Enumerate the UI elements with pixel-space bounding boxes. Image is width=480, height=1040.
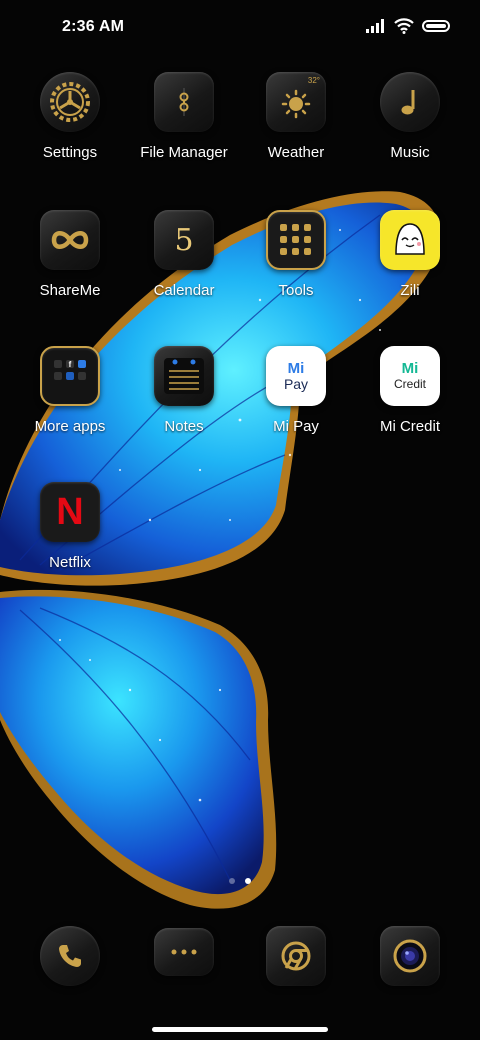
app-netflix[interactable]: N Netflix bbox=[10, 482, 130, 571]
app-label: Mi Pay bbox=[273, 418, 319, 435]
app-label: Calendar bbox=[153, 282, 215, 299]
netflix-logo: N bbox=[56, 490, 84, 533]
app-label: Settings bbox=[42, 144, 98, 161]
dock-messages[interactable] bbox=[124, 926, 244, 976]
status-bar: 2:36 AM bbox=[0, 0, 480, 56]
music-note-icon[interactable] bbox=[380, 72, 440, 132]
mi-credit-logo-credit: Credit bbox=[393, 376, 426, 391]
more-apps-folder-icon[interactable]: f bbox=[40, 346, 100, 406]
cellular-signal-icon bbox=[366, 19, 384, 33]
camera-icon[interactable] bbox=[380, 926, 440, 986]
app-label: Weather bbox=[267, 144, 325, 161]
phone-icon[interactable] bbox=[40, 926, 100, 986]
home-indicator-bar[interactable] bbox=[152, 1027, 328, 1032]
app-shareme[interactable]: ShareMe bbox=[10, 210, 130, 299]
dock-phone[interactable] bbox=[10, 926, 130, 986]
app-mi-credit[interactable]: Mi Credit Mi Credit bbox=[350, 346, 470, 435]
weather-sun-icon[interactable]: 32° bbox=[266, 72, 326, 132]
app-file-manager[interactable]: File Manager bbox=[124, 72, 244, 161]
mi-pay-icon[interactable]: Mi Pay bbox=[266, 346, 326, 406]
app-label: More apps bbox=[34, 418, 106, 435]
app-mi-pay[interactable]: Mi Pay Mi Pay bbox=[236, 346, 356, 435]
app-weather[interactable]: 32° Weather bbox=[236, 72, 356, 161]
netflix-icon[interactable]: N bbox=[40, 482, 100, 542]
chrome-browser-icon[interactable] bbox=[266, 926, 326, 986]
app-settings[interactable]: Settings bbox=[10, 72, 130, 161]
page-indicator bbox=[0, 878, 480, 884]
mi-pay-logo-mi: Mi bbox=[287, 359, 305, 377]
page-dot-1 bbox=[229, 878, 235, 884]
dock-chrome[interactable] bbox=[236, 926, 356, 986]
notes-icon[interactable] bbox=[154, 346, 214, 406]
app-more-apps-folder[interactable]: f More apps bbox=[10, 346, 130, 435]
file-manager-icon[interactable] bbox=[154, 72, 214, 132]
app-label: File Manager bbox=[140, 144, 228, 161]
app-label: Notes bbox=[164, 418, 204, 435]
battery-icon bbox=[422, 20, 450, 32]
app-label: Mi Credit bbox=[379, 418, 440, 435]
app-tools-folder[interactable]: Tools bbox=[236, 210, 356, 299]
wifi-icon bbox=[394, 18, 414, 34]
calendar-icon[interactable]: 5 bbox=[154, 210, 214, 270]
weather-temperature-badge: 32° bbox=[307, 76, 320, 85]
app-notes[interactable]: Notes bbox=[124, 346, 244, 435]
svg-text:f: f bbox=[69, 360, 72, 369]
app-label: Music bbox=[390, 144, 430, 161]
app-calendar[interactable]: 5 Calendar bbox=[124, 210, 244, 299]
dock bbox=[0, 926, 480, 986]
mi-credit-icon[interactable]: Mi Credit bbox=[380, 346, 440, 406]
shareme-infinity-icon[interactable] bbox=[40, 210, 100, 270]
app-music[interactable]: Music bbox=[350, 72, 470, 161]
messages-icon[interactable] bbox=[154, 928, 214, 976]
app-label: Netflix bbox=[49, 554, 91, 571]
app-label: Zili bbox=[400, 282, 420, 299]
dock-camera[interactable] bbox=[350, 926, 470, 986]
app-zili[interactable]: Zili bbox=[350, 210, 470, 299]
mi-credit-logo-mi: Mi bbox=[401, 359, 419, 377]
zili-icon[interactable] bbox=[380, 210, 440, 270]
status-icons bbox=[366, 18, 450, 34]
settings-gear-icon[interactable] bbox=[40, 72, 100, 132]
mi-pay-logo-pay: Pay bbox=[283, 375, 309, 392]
calendar-date-number: 5 bbox=[174, 222, 194, 258]
app-label: Tools bbox=[278, 282, 314, 299]
app-label: ShareMe bbox=[39, 282, 101, 299]
status-time: 2:36 AM bbox=[62, 18, 125, 35]
tools-folder-icon[interactable] bbox=[266, 210, 326, 270]
page-dot-2 bbox=[245, 878, 251, 884]
